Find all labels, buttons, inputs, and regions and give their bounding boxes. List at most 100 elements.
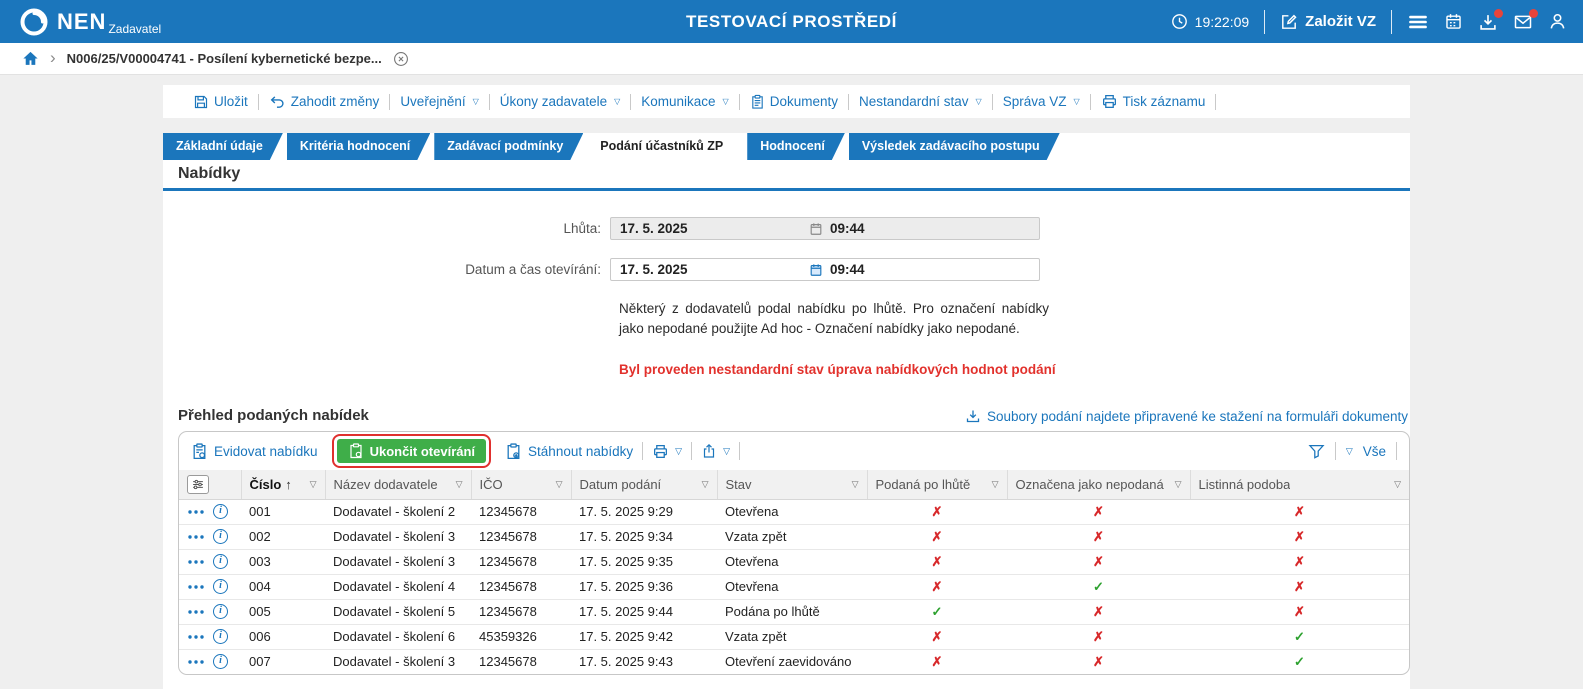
column-filter-icon[interactable]: ▽ xyxy=(1175,479,1182,490)
cross-icon: ✗ xyxy=(1294,553,1305,569)
cross-icon: ✗ xyxy=(1093,628,1104,644)
row-menu-button[interactable] xyxy=(187,633,205,641)
column-filter-icon[interactable]: ▽ xyxy=(456,479,463,490)
current-time: 19:22:09 xyxy=(1194,13,1250,30)
register-bid-button[interactable]: Evidovat nabídku xyxy=(191,443,318,460)
row-info-button[interactable]: i xyxy=(213,554,228,570)
chevron-down-icon[interactable]: ▽ xyxy=(1346,446,1353,457)
cell-after-deadline: ✗ xyxy=(867,499,1007,525)
user-icon[interactable] xyxy=(1548,12,1567,31)
toolbar-item-zahodit-zmeny[interactable]: Zahodit změny xyxy=(269,93,379,110)
calendar-icon[interactable] xyxy=(1444,12,1463,31)
new-vz-label: Založit VZ xyxy=(1305,13,1376,30)
column-filter-icon[interactable]: ▽ xyxy=(702,479,709,490)
cell-submission-date: 17. 5. 2025 9:29 xyxy=(571,499,717,525)
toolbar-item-ulozit[interactable]: Uložit xyxy=(193,94,248,110)
row-info-button[interactable]: i xyxy=(213,629,228,645)
column-header-cislo[interactable]: Číslo ↑ ▽ xyxy=(240,470,325,500)
divider xyxy=(1396,442,1397,461)
new-vz-button[interactable]: Založit VZ xyxy=(1280,13,1376,31)
column-header-datum-podani[interactable]: Datum podání ▽ xyxy=(570,470,717,500)
downloads-icon[interactable] xyxy=(1478,8,1503,32)
column-header-content: Datum podání ▽ xyxy=(580,477,709,492)
download-files-link[interactable]: Soubory podání najdete připravené ke sta… xyxy=(965,408,1408,424)
filter-icon[interactable] xyxy=(1308,443,1325,460)
toolbar-item-komunikace[interactable]: Komunikace ▽ xyxy=(641,94,728,109)
nen-logo[interactable]: NEN Zadavatel xyxy=(18,6,161,38)
toolbar-item-tisk-zaznamu[interactable]: Tisk záznamu xyxy=(1101,93,1206,110)
calendar-icon[interactable] xyxy=(809,263,823,277)
toolbar-item-nestandardni-stav[interactable]: Nestandardní stav ▽ xyxy=(859,94,982,109)
undo-icon xyxy=(269,93,286,110)
row-menu-button[interactable] xyxy=(187,608,205,616)
tab-zadavaci-podminky[interactable]: Zadávací podmínky xyxy=(434,133,583,160)
opening-time-value[interactable]: 09:44 xyxy=(830,262,1039,277)
column-header-ico[interactable]: IČO ▽ xyxy=(470,470,571,500)
end-opening-button[interactable]: Ukončit otevírání xyxy=(331,434,492,469)
column-settings-button[interactable] xyxy=(187,474,209,494)
check-icon: ✓ xyxy=(931,603,943,619)
breadcrumb-title[interactable]: N006/25/V00004741 - Posílení kybernetick… xyxy=(67,51,382,66)
row-info-button[interactable]: i xyxy=(213,604,228,620)
cell-supplier-name: Dodavatel - školení 3 xyxy=(333,654,456,670)
cell-submission-status: Otevřena xyxy=(717,574,867,600)
opening-date-value[interactable]: 17. 5. 2025 xyxy=(611,262,809,277)
brand-name: NEN xyxy=(57,8,107,34)
clipboard-icon xyxy=(505,443,522,460)
chevron-down-icon: ▽ xyxy=(472,97,479,106)
column-label: Název dodavatele xyxy=(333,476,438,492)
toolbar-item-ukony-zadavatele[interactable]: Úkony zadavatele ▽ xyxy=(500,94,620,109)
menu-icon[interactable] xyxy=(1407,11,1429,33)
chevron-down-icon: ▽ xyxy=(722,97,729,106)
row-menu-button[interactable] xyxy=(187,583,205,591)
brand-subtitle: Zadavatel xyxy=(108,21,162,36)
row-info-button[interactable]: i xyxy=(213,654,228,670)
toolbar-item-dokumenty[interactable]: Dokumenty xyxy=(750,94,838,110)
tab-podani-ucastniku-zp[interactable]: Podání účastníků ZP xyxy=(587,133,743,160)
divider xyxy=(630,93,632,110)
toolbar-item-sprava-vz[interactable]: Správa VZ ▽ xyxy=(1003,94,1080,109)
row-menu-button[interactable] xyxy=(187,658,205,666)
mail-icon[interactable] xyxy=(1513,8,1538,32)
row-menu-button[interactable] xyxy=(187,508,205,516)
table-row: i 002 Dodavatel - školení 3 12345678 17. 5. … xyxy=(179,524,1409,550)
cross-icon: ✗ xyxy=(931,628,943,644)
cross-icon: ✗ xyxy=(1093,603,1104,619)
sort-ascending-icon[interactable]: ↑ xyxy=(285,477,292,492)
download-bids-button[interactable]: Stáhnout nabídky xyxy=(505,443,633,460)
tab-kriteria-hodnoceni[interactable]: Kritéria hodnocení xyxy=(287,133,430,160)
cell-supplier-name: Dodavatel - školení 4 xyxy=(325,574,471,600)
column-filter-icon[interactable]: ▽ xyxy=(556,479,563,490)
sliders-icon xyxy=(191,478,205,491)
register-bid-label: Evidovat nabídku xyxy=(214,443,318,459)
row-info-button[interactable]: i xyxy=(213,529,228,545)
row-actions-cell: i xyxy=(179,549,241,575)
column-header-nazev-dodavatele[interactable]: Název dodavatele ▽ xyxy=(324,470,471,500)
cell-submission-status: Vzata zpět xyxy=(717,524,867,550)
opening-input[interactable]: 17. 5. 2025 09:44 xyxy=(610,258,1040,281)
column-header-stav[interactable]: Stav ▽ xyxy=(716,470,867,500)
export-menu-button[interactable]: ▽ xyxy=(701,443,730,459)
toolbar-item-label: Tisk záznamu xyxy=(1122,94,1206,109)
tab-hodnoceni[interactable]: Hodnocení xyxy=(747,133,845,160)
column-header-podana-po-lhute[interactable]: Podaná po lhůtě ▽ xyxy=(866,470,1007,500)
tab-vysledek-zadavaciho-postupu[interactable]: Výsledek zadávacího postupu xyxy=(849,133,1060,160)
column-filter-icon[interactable]: ▽ xyxy=(310,479,317,490)
home-icon[interactable] xyxy=(22,50,39,67)
print-menu-button[interactable]: ▽ xyxy=(652,443,682,460)
row-info-button[interactable]: i xyxy=(213,504,228,520)
close-tab-icon[interactable] xyxy=(393,51,409,67)
column-header-oznacena-jako-nepodana[interactable]: Označena jako nepodaná ▽ xyxy=(1006,470,1190,500)
cell-marked-not-submitted: ✗ xyxy=(1007,649,1190,674)
column-header-listinna-podoba[interactable]: Listinná podoba ▽ xyxy=(1189,470,1409,500)
row-menu-button[interactable] xyxy=(187,533,205,541)
row-info-button[interactable]: i xyxy=(213,579,228,595)
row-menu-button[interactable] xyxy=(187,558,205,566)
column-filter-icon[interactable]: ▽ xyxy=(1394,479,1401,490)
toolbar-item-uverejneni[interactable]: Uveřejnění ▽ xyxy=(400,94,478,109)
column-filter-icon[interactable]: ▽ xyxy=(992,479,999,490)
tab-zakladni-udaje[interactable]: Základní údaje xyxy=(163,133,283,160)
column-filter-icon[interactable]: ▽ xyxy=(852,479,859,490)
filter-all-button[interactable]: Vše xyxy=(1363,444,1386,459)
cell-supplier-name: Dodavatel - školení 3 xyxy=(325,549,471,575)
